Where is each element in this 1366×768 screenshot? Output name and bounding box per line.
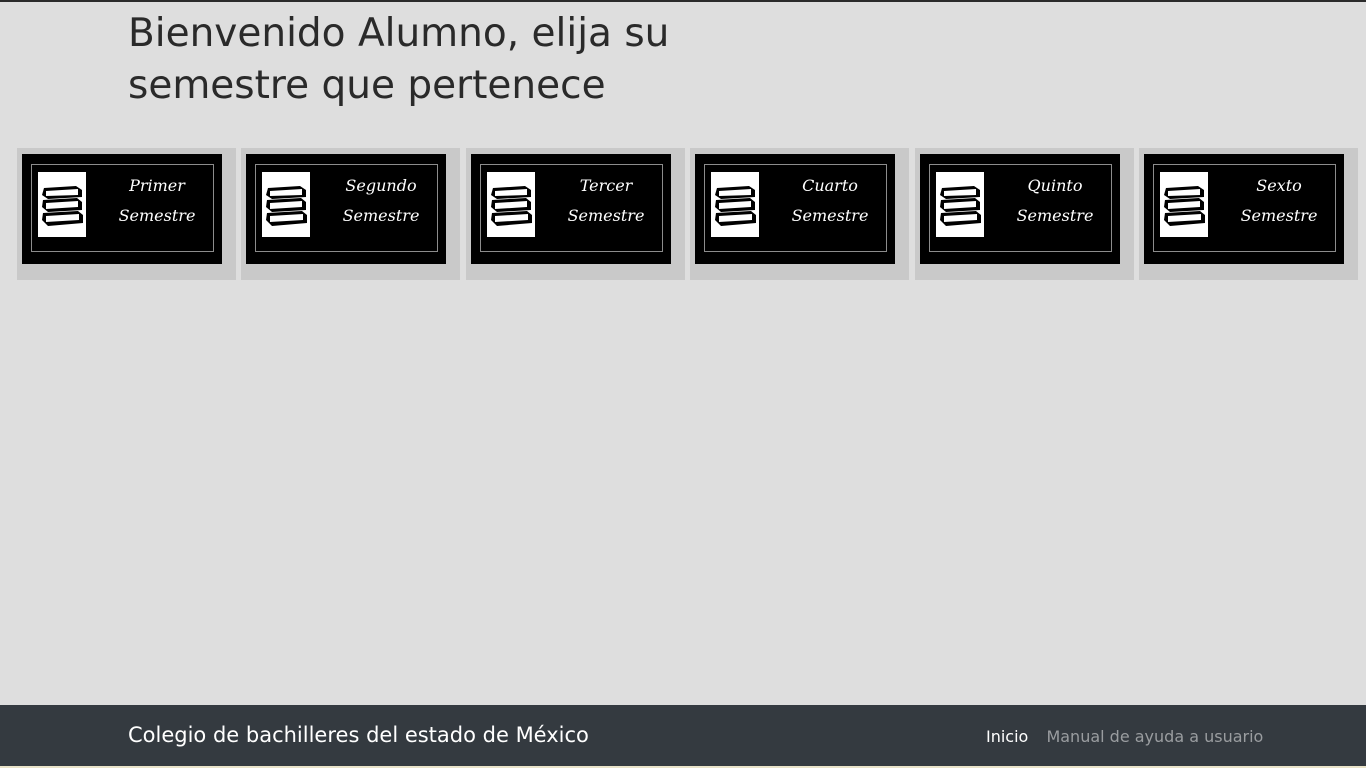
semester-card-cuarto[interactable]: Cuarto Semestre xyxy=(690,148,909,280)
card-frame: Cuarto Semestre xyxy=(704,164,887,252)
top-border xyxy=(0,0,1366,2)
semester-label-line2: Semestre xyxy=(118,206,196,225)
semester-card-face: Quinto Semestre xyxy=(920,154,1120,264)
semester-label-line1: Primer xyxy=(129,176,185,195)
semester-label: Cuarto Semestre xyxy=(775,171,885,231)
semester-card-tercer[interactable]: Tercer Semestre xyxy=(466,148,685,280)
semester-label-line1: Quinto xyxy=(1027,176,1083,195)
semester-card-face: Segundo Semestre xyxy=(246,154,446,264)
nav-link-manual[interactable]: Manual de ayuda a usuario xyxy=(1046,727,1263,746)
semester-label-line2: Semestre xyxy=(1240,206,1318,225)
semester-label-line1: Segundo xyxy=(345,176,417,195)
books-icon xyxy=(38,172,86,237)
footer-navbar: Colegio de bachilleres del estado de Méx… xyxy=(0,705,1366,768)
semester-label-line2: Semestre xyxy=(567,206,645,225)
semester-list: Primer Semestre Segundo Semestre Tercer … xyxy=(17,148,1362,282)
semester-label: Primer Semestre xyxy=(102,171,212,231)
semester-label-line1: Tercer xyxy=(579,176,633,195)
card-frame: Primer Semestre xyxy=(31,164,214,252)
semester-card-segundo[interactable]: Segundo Semestre xyxy=(241,148,460,280)
semester-card-sexto[interactable]: Sexto Semestre xyxy=(1139,148,1358,280)
books-icon xyxy=(1160,172,1208,237)
semester-card-face: Sexto Semestre xyxy=(1144,154,1344,264)
footer-nav: Inicio Manual de ayuda a usuario xyxy=(986,727,1276,746)
books-icon xyxy=(487,172,535,237)
semester-label: Sexto Semestre xyxy=(1224,171,1334,231)
semester-label: Tercer Semestre xyxy=(551,171,661,231)
card-frame: Sexto Semestre xyxy=(1153,164,1336,252)
semester-label: Quinto Semestre xyxy=(1000,171,1110,231)
footer-brand-link[interactable]: Colegio de bachilleres del estado de Méx… xyxy=(128,723,589,747)
semester-card-quinto[interactable]: Quinto Semestre xyxy=(915,148,1134,280)
semester-label-line1: Sexto xyxy=(1256,176,1302,195)
semester-label-line2: Semestre xyxy=(342,206,420,225)
semester-card-primer[interactable]: Primer Semestre xyxy=(17,148,236,280)
card-frame: Quinto Semestre xyxy=(929,164,1112,252)
books-icon xyxy=(936,172,984,237)
semester-card-face: Tercer Semestre xyxy=(471,154,671,264)
nav-link-inicio[interactable]: Inicio xyxy=(986,727,1028,746)
page-title: Bienvenido Alumno, elija su semestre que… xyxy=(128,11,670,108)
semester-card-face: Primer Semestre xyxy=(22,154,222,264)
books-icon xyxy=(262,172,310,237)
semester-label-line2: Semestre xyxy=(1016,206,1094,225)
card-frame: Segundo Semestre xyxy=(255,164,438,252)
semester-label: Segundo Semestre xyxy=(326,171,436,231)
card-frame: Tercer Semestre xyxy=(480,164,663,252)
semester-label-line1: Cuarto xyxy=(802,176,858,195)
semester-card-face: Cuarto Semestre xyxy=(695,154,895,264)
books-icon xyxy=(711,172,759,237)
semester-label-line2: Semestre xyxy=(791,206,869,225)
